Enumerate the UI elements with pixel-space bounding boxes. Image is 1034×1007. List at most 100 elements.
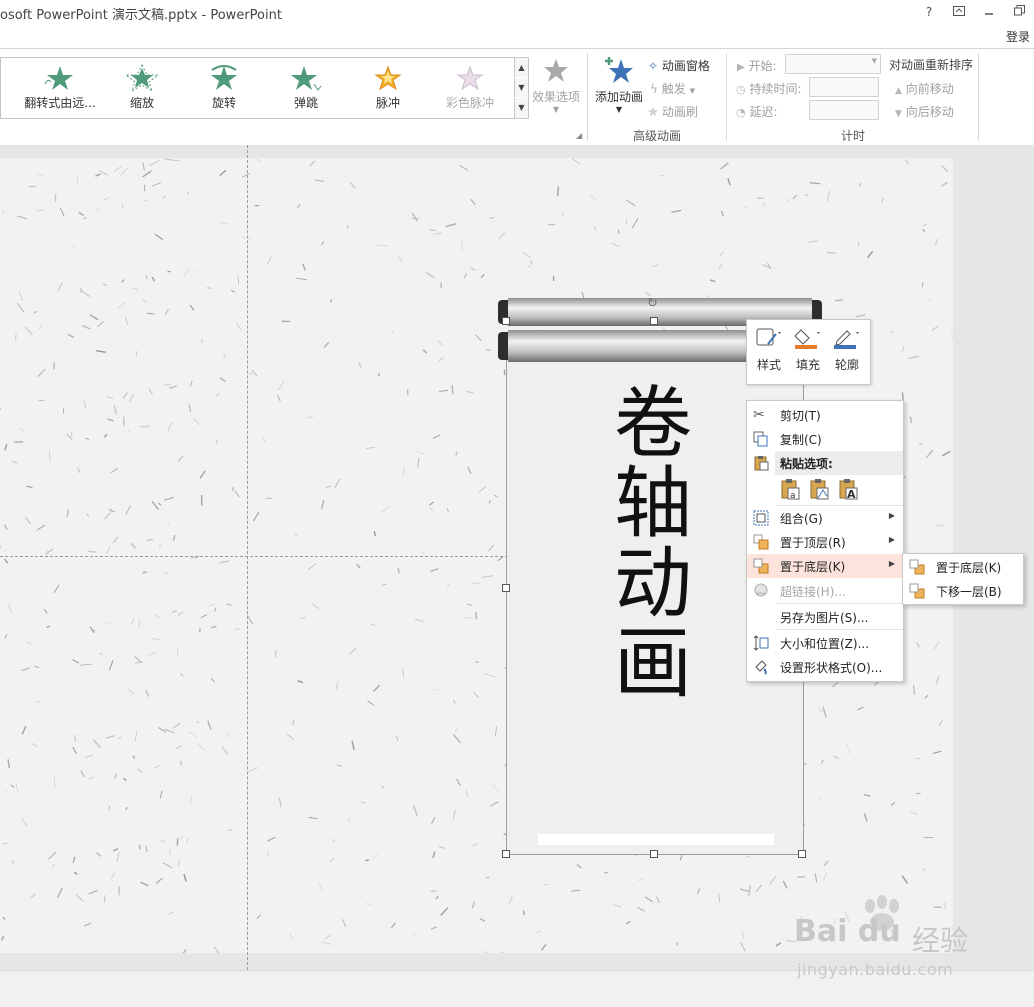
paper-fiber (109, 660, 113, 670)
menu-item-hyperlink[interactable]: 超链接(H)... (747, 579, 903, 603)
shape-style-button[interactable]: 样式 (750, 326, 788, 373)
paper-fiber (238, 276, 239, 284)
minimize-button[interactable] (978, 2, 1000, 22)
submenu-item-send-backward[interactable]: 下移一层(B) (903, 579, 1023, 603)
paper-fiber (155, 765, 159, 767)
resize-handle-top-left[interactable] (502, 317, 510, 325)
vertical-title-text[interactable]: 卷 轴 动 画 (608, 384, 698, 704)
menu-item-group[interactable]: 组合(G) ▶ (747, 506, 903, 530)
paper-fiber (117, 852, 119, 862)
vertical-guide[interactable] (247, 145, 248, 970)
move-earlier-button[interactable]: ▲ 向前移动 (895, 80, 954, 97)
menu-separator (777, 629, 903, 630)
gallery-item-spin[interactable]: 旋转 (184, 64, 264, 114)
add-animation-label: 添加动画 (592, 88, 646, 105)
menu-item-save-as-picture[interactable]: 另存为图片(S)... (747, 605, 903, 629)
add-animation-button[interactable]: 添加动画 ▼ (592, 55, 646, 114)
menu-item-cut[interactable]: ✂ 剪切(T) (747, 403, 903, 427)
gallery-item-bounce[interactable]: 弹跳 (266, 64, 346, 114)
scissors-icon: ✂ (753, 407, 769, 423)
paper-fiber (193, 418, 200, 425)
duration-spinner[interactable] (809, 77, 879, 97)
paper-fiber (37, 525, 45, 530)
ribbon-display-options-button[interactable] (948, 2, 970, 22)
resize-handle-bottom-left[interactable] (502, 850, 510, 858)
menu-item-label: 另存为图片(S)... (780, 609, 868, 626)
gallery-item-pulse[interactable]: 脉冲 (348, 64, 428, 114)
paper-fiber (922, 282, 923, 286)
trigger-dropdown-icon: ▼ (690, 87, 695, 95)
paper-fiber (220, 222, 227, 224)
move-later-button[interactable]: ▼ 向后移动 (895, 103, 954, 120)
paste-keep-theme-icon[interactable]: a (779, 478, 801, 500)
paper-fiber (287, 734, 294, 739)
paper-fiber (215, 608, 216, 612)
menu-item-label: 置于底层(K) (780, 558, 845, 575)
paper-fiber (652, 264, 658, 267)
paper-fiber (366, 447, 375, 449)
dialog-launcher-icon[interactable]: ◢ (576, 131, 582, 140)
watermark-brand: Bai du (794, 914, 901, 949)
paper-fiber (939, 720, 942, 725)
paper-fiber (44, 609, 47, 613)
gallery-item-zoom[interactable]: 缩放 (102, 64, 182, 114)
paper-fiber (882, 198, 884, 203)
paper-fiber (123, 778, 126, 780)
menu-item-size-position[interactable]: 大小和位置(Z)... (747, 631, 903, 655)
bring-to-front-icon (753, 534, 769, 550)
animation-painter-button[interactable]: ✯ 动画刷 (648, 103, 698, 120)
gallery-item-color-pulse[interactable]: 彩色脉冲 (430, 64, 510, 114)
paper-fiber (377, 245, 387, 246)
paper-fiber (371, 624, 376, 626)
menu-item-label: 超链接(H)... (780, 583, 846, 600)
trigger-button[interactable]: ϟ 触发 ▼ (650, 80, 695, 97)
paper-fiber (933, 751, 941, 753)
resize-handle-left[interactable] (502, 584, 510, 592)
paper-fiber (96, 208, 100, 211)
paper-fiber (236, 323, 241, 330)
paper-fiber (749, 885, 751, 896)
effect-options-button[interactable]: 效果选项 ▼ (530, 57, 582, 114)
resize-handle-bottom[interactable] (650, 850, 658, 858)
paper-fiber (913, 685, 914, 694)
gallery-more-button[interactable]: ▼ (514, 98, 528, 118)
paper-fiber (143, 163, 145, 171)
gallery-scroll-up-button[interactable]: ▲ (514, 58, 528, 77)
paper-fiber (604, 872, 608, 873)
paper-fiber (181, 674, 184, 677)
resize-handle-top[interactable] (650, 317, 658, 325)
menu-item-send-to-back[interactable]: 置于底层(K) ▶ (747, 554, 903, 578)
paper-fiber (942, 451, 950, 456)
help-button[interactable]: ? (918, 2, 940, 22)
size-position-icon (753, 635, 769, 651)
restore-button[interactable] (1008, 2, 1030, 22)
start-dropdown[interactable]: ▼ (785, 54, 881, 74)
paper-fiber (38, 369, 45, 376)
paper-fiber (740, 889, 749, 891)
menu-item-bring-to-front[interactable]: 置于顶层(R) ▶ (747, 530, 903, 554)
login-link[interactable]: 登录 (1006, 28, 1030, 45)
paper-fiber (919, 443, 922, 444)
resize-handle-bottom-right[interactable] (798, 850, 806, 858)
paper-fiber (577, 865, 581, 868)
paper-fiber (902, 393, 903, 400)
menu-item-format-shape[interactable]: 设置形状格式(O)... (747, 655, 903, 679)
format-shape-icon (753, 659, 769, 675)
paste-as-picture-icon[interactable] (808, 478, 830, 500)
submenu-item-send-to-back[interactable]: 置于底层(K) (903, 555, 1023, 579)
animation-pane-button[interactable]: ✧ 动画窗格 (648, 57, 710, 74)
paper-fiber (11, 785, 14, 787)
paper-fiber (347, 225, 348, 228)
paper-fiber (315, 180, 324, 182)
delay-spinner[interactable] (809, 100, 879, 120)
shape-outline-button[interactable]: 轮廓 (828, 326, 866, 373)
rotate-handle-icon[interactable]: ↻ (647, 296, 658, 311)
paper-fiber (382, 786, 385, 788)
paper-fiber (452, 385, 453, 394)
gallery-scroll-down-button[interactable]: ▼ (514, 78, 528, 97)
menu-item-copy[interactable]: 复制(C) (747, 427, 903, 451)
menu-item-label: 设置形状格式(O)... (780, 659, 882, 676)
paste-text-only-icon[interactable]: A (837, 478, 859, 500)
gallery-item-flip[interactable]: 翻转式由远... (20, 64, 100, 114)
shape-fill-button[interactable]: 填充 (789, 326, 827, 373)
